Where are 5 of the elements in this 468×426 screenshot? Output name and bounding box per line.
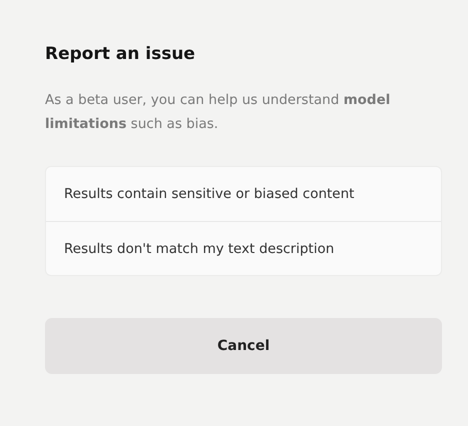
- cancel-button[interactable]: Cancel: [45, 318, 442, 374]
- option-item[interactable]: Results contain sensitive or biased content: [46, 167, 441, 221]
- dialog-title: Report an issue: [45, 44, 196, 64]
- option-item[interactable]: Results don't match my text description: [46, 221, 441, 275]
- dialog-description: As a beta user, you can help us understand model limitations such as bias.: [45, 91, 392, 134]
